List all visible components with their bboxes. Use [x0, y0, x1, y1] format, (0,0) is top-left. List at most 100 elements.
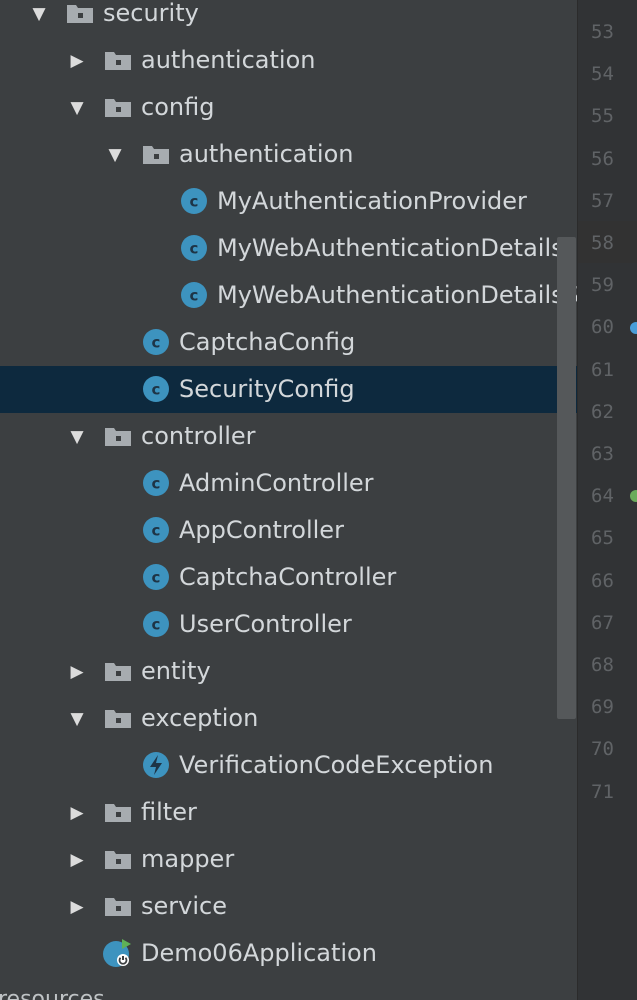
folder-icon [103, 45, 133, 75]
collapsed-arrow-icon[interactable]: ▶ [67, 883, 87, 930]
tree-item-label: UserController [179, 610, 352, 638]
folder-icon [103, 421, 133, 451]
line-number: 65 [591, 527, 614, 550]
tree-item-verification-code-exception[interactable]: VerificationCodeException [0, 742, 577, 789]
tree-item-label: SecurityConfig [179, 375, 355, 403]
java-class-icon: c [179, 280, 209, 310]
java-class-icon: c [141, 374, 171, 404]
folder-icon [65, 0, 95, 28]
tree-item-label: MyWebAuthenticationDetailsSource [217, 281, 577, 309]
tree-item-demo06-application[interactable]: Demo06Application [0, 930, 577, 977]
line-number: 63 [591, 443, 614, 465]
line-number: 59 [591, 274, 614, 297]
tree-item-label: config [141, 93, 215, 121]
folder-icon [103, 797, 133, 827]
svg-text:c: c [152, 381, 161, 399]
expanded-arrow-icon[interactable]: ▼ [67, 413, 87, 460]
override-marker-icon[interactable] [630, 322, 637, 334]
spring-boot-app-icon [102, 938, 132, 968]
svg-text:c: c [190, 193, 199, 211]
svg-text:c: c [152, 569, 161, 587]
line-number: 62 [591, 400, 614, 423]
svg-text:c: c [152, 522, 161, 540]
tree-item-label: controller [141, 422, 256, 450]
tree-item-exception[interactable]: ▼ exception [0, 695, 577, 742]
expanded-arrow-icon[interactable]: ▼ [105, 131, 125, 178]
line-number: 70 [591, 738, 614, 761]
line-number: 53 [591, 21, 614, 43]
tree-item-user-controller[interactable]: c UserController [0, 601, 577, 648]
spring-bean-marker-icon[interactable] [630, 490, 637, 502]
tree-item-label: filter [141, 798, 197, 826]
tree-item-label: exception [141, 704, 259, 732]
tree-item-label: authentication [141, 46, 316, 74]
line-number: 68 [591, 654, 614, 676]
svg-text:c: c [152, 616, 161, 634]
folder-icon [103, 92, 133, 122]
line-number: 67 [591, 611, 614, 634]
tree-item-entity[interactable]: ▶ entity [0, 648, 577, 695]
project-tree[interactable]: ▼ security ▶ authentication ▼ config ▼ authenti… [0, 0, 577, 1000]
line-number: 56 [591, 147, 614, 170]
tree-item-resources-partial[interactable]: resources [0, 989, 105, 1000]
tree-item-security-config[interactable]: c SecurityConfig [0, 366, 577, 413]
tree-item-captcha-config[interactable]: c CaptchaConfig [0, 319, 577, 366]
tree-item-label: mapper [141, 845, 235, 873]
line-number: 57 [591, 189, 614, 212]
svg-text:c: c [190, 240, 199, 258]
expanded-arrow-icon[interactable]: ▼ [67, 695, 87, 742]
tree-item-label: security [103, 0, 199, 27]
tree-item-label: MyAuthenticationProvider [217, 187, 527, 215]
line-number: 61 [591, 358, 614, 381]
tree-item-label: CaptchaConfig [179, 328, 356, 356]
collapsed-arrow-icon[interactable]: ▶ [67, 37, 87, 84]
tree-item-service[interactable]: ▶ service [0, 883, 577, 930]
line-number: 60 [591, 316, 614, 339]
java-class-icon: c [179, 233, 209, 263]
tree-item-label: AppController [179, 516, 344, 544]
line-number: 64 [591, 485, 614, 508]
collapsed-arrow-icon[interactable]: ▶ [67, 789, 87, 836]
tree-item-label: MyWebAuthenticationDetails [217, 234, 564, 262]
java-class-icon: c [141, 562, 171, 592]
tree-item-security[interactable]: ▼ security [0, 0, 577, 37]
tree-item-label: service [141, 892, 227, 920]
expanded-arrow-icon[interactable]: ▼ [67, 84, 87, 131]
tree-item-filter[interactable]: ▶ filter [0, 789, 577, 836]
line-number: 66 [591, 569, 614, 592]
line-number: 69 [591, 696, 614, 719]
tree-item-my-web-authentication-details[interactable]: c MyWebAuthenticationDetails [0, 225, 577, 272]
folder-icon [103, 891, 133, 921]
collapsed-arrow-icon[interactable]: ▶ [67, 836, 87, 883]
exception-class-icon [141, 750, 171, 780]
tree-item-label: CaptchaController [179, 563, 397, 591]
folder-icon [103, 656, 133, 686]
tree-item-label: VerificationCodeException [179, 751, 494, 779]
tree-item-captcha-controller[interactable]: c CaptchaController [0, 554, 577, 601]
line-number: 58 [591, 232, 614, 254]
tree-item-authentication[interactable]: ▼ authentication [0, 131, 577, 178]
tree-item-label: entity [141, 657, 211, 685]
tree-item-admin-controller[interactable]: c AdminController [0, 460, 577, 507]
tree-item-label: Demo06Application [141, 939, 377, 967]
java-class-icon: c [141, 327, 171, 357]
tree-item-authentication[interactable]: ▶ authentication [0, 37, 577, 84]
folder-icon [103, 844, 133, 874]
tree-item-mapper[interactable]: ▶ mapper [0, 836, 577, 883]
tree-item-config[interactable]: ▼ config [0, 84, 577, 131]
tree-item-app-controller[interactable]: c AppController [0, 507, 577, 554]
tree-item-label: authentication [179, 140, 354, 168]
tree-scrollbar[interactable] [557, 237, 576, 719]
line-number: 55 [591, 105, 614, 128]
line-number: 54 [591, 63, 614, 86]
svg-text:c: c [152, 334, 161, 352]
collapsed-arrow-icon[interactable]: ▶ [67, 648, 87, 695]
svg-text:c: c [190, 287, 199, 305]
folder-icon [141, 139, 171, 169]
expanded-arrow-icon[interactable]: ▼ [29, 0, 49, 37]
java-class-icon: c [179, 186, 209, 216]
svg-text:c: c [152, 475, 161, 493]
tree-item-my-authentication-provider[interactable]: c MyAuthenticationProvider [0, 178, 577, 225]
tree-item-my-web-authentication-details-source[interactable]: c MyWebAuthenticationDetailsSource [0, 272, 577, 319]
tree-item-controller[interactable]: ▼ controller [0, 413, 577, 460]
